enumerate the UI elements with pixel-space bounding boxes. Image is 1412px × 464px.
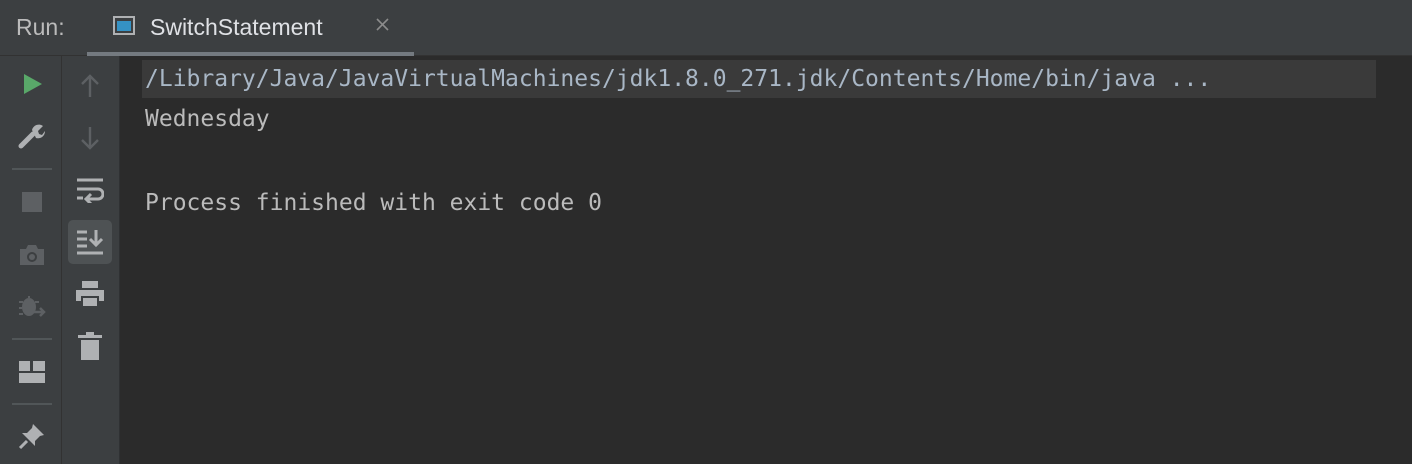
next-occurrence-button[interactable] [68,116,112,160]
pin-icon [18,424,44,450]
restore-layout-button[interactable] [10,350,54,394]
console-output[interactable]: /Library/Java/JavaVirtualMachines/jdk1.8… [120,56,1412,464]
layout-icon [19,361,45,383]
camera-icon [20,245,44,265]
previous-occurrence-button[interactable] [68,64,112,108]
clear-all-button[interactable] [68,324,112,368]
soft-wrap-button[interactable] [68,168,112,212]
trash-icon [78,332,102,360]
console-icon [113,16,135,35]
scroll-to-end-button[interactable] [68,220,112,264]
tab-switchstatement[interactable]: SwitchStatement [87,0,414,56]
tab-title: SwitchStatement [150,14,323,40]
close-icon[interactable] [374,16,391,33]
printer-icon [76,281,104,308]
arrow-down-icon [81,127,99,150]
console-actions-toolbar [62,56,120,464]
arrow-up-icon [81,74,99,97]
command-line[interactable]: /Library/Java/JavaVirtualMachines/jdk1.8… [142,60,1376,98]
run-actions-toolbar [0,56,62,464]
stop-button[interactable] [10,180,54,224]
toolbar-separator [12,168,52,170]
pin-tab-button[interactable] [10,414,54,458]
soft-wrap-icon [77,178,104,203]
run-label: Run: [16,14,65,40]
output-line: Wednesday [145,106,270,132]
toolbar-separator [12,403,52,405]
exit-debug-button[interactable] [10,285,54,329]
toolbar-separator [12,338,52,340]
rerun-button[interactable] [10,62,54,106]
print-button[interactable] [68,272,112,316]
scroll-to-end-icon [77,230,104,255]
bug-exit-icon [19,296,46,317]
process-finished-line: Process finished with exit code 0 [145,190,602,216]
edit-configuration-button[interactable] [10,114,54,158]
play-icon [24,74,42,94]
dump-threads-button[interactable] [10,233,54,277]
wrench-icon [18,124,46,149]
run-tool-window-header: Run: SwitchStatement [0,0,1412,56]
stop-icon [22,192,42,212]
